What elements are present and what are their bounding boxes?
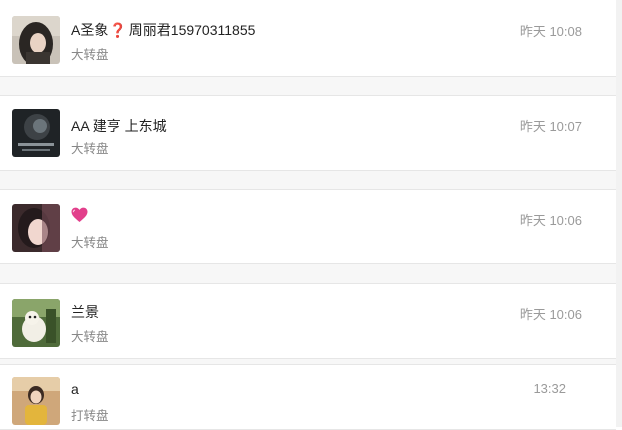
message-time: 昨天 10:06 xyxy=(519,213,582,228)
contact-name: 兰景 xyxy=(71,304,99,320)
row-divider xyxy=(0,264,616,283)
message-time: 昨天 10:06 xyxy=(519,307,582,322)
contact-name-suffix: 周丽君15970311855 xyxy=(128,22,256,38)
contact-name: a xyxy=(71,381,79,397)
row-divider xyxy=(0,77,616,95)
last-message: 打转盘 xyxy=(71,409,109,423)
contact-name: AA 建亨 上东城 xyxy=(71,118,167,134)
pink-heart-icon xyxy=(71,207,88,223)
avatar[interactable] xyxy=(12,204,60,252)
contact-name: A圣象❓ 周丽君15970311855 xyxy=(71,20,255,40)
avatar[interactable] xyxy=(12,299,60,347)
last-message: 大转盘 xyxy=(71,236,109,250)
woman-yellow-avatar-icon xyxy=(12,377,60,425)
dark-helmet-avatar-icon xyxy=(12,109,60,157)
girl-selfie-avatar-icon xyxy=(12,204,60,252)
avatar[interactable] xyxy=(12,377,60,425)
list-item[interactable]: A圣象❓ 周丽君15970311855 大转盘 昨天 10:08 xyxy=(0,0,616,77)
list-item[interactable]: a 打转盘 13:32 xyxy=(0,364,616,430)
row-divider xyxy=(0,171,616,189)
dog-outdoor-avatar-icon xyxy=(12,299,60,347)
avatar[interactable] xyxy=(12,109,60,157)
contact-name xyxy=(71,206,88,223)
scroll-edge xyxy=(616,0,622,427)
avatar[interactable] xyxy=(12,16,60,64)
message-list: A圣象❓ 周丽君15970311855 大转盘 昨天 10:08 AA 建亨 上东… xyxy=(0,0,616,430)
contact-name-prefix: A圣象 xyxy=(71,22,109,38)
list-item[interactable]: 大转盘 昨天 10:06 xyxy=(0,189,616,264)
question-mark-icon: ❓ xyxy=(109,22,127,38)
last-message: 大转盘 xyxy=(71,48,109,62)
message-time: 昨天 10:07 xyxy=(519,119,582,134)
last-message: 大转盘 xyxy=(71,330,109,344)
list-item[interactable]: AA 建亨 上东城 大转盘 昨天 10:07 xyxy=(0,95,616,171)
last-message: 大转盘 xyxy=(71,142,109,156)
list-item[interactable]: 兰景 大转盘 昨天 10:06 xyxy=(0,283,616,359)
message-time: 昨天 10:08 xyxy=(519,24,582,39)
girl-dark-hair-avatar-icon xyxy=(12,16,60,64)
message-time: 13:32 xyxy=(533,381,566,396)
